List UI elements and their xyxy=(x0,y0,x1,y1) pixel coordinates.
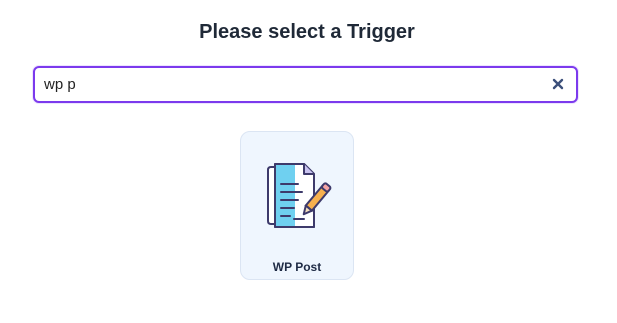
page-title: Please select a Trigger xyxy=(199,21,415,43)
document-edit-icon xyxy=(267,163,332,228)
trigger-card-wp-post[interactable]: WP Post xyxy=(240,131,354,280)
trigger-selector-page: Please select a Trigger wp p WP Post xyxy=(0,0,617,323)
search-input[interactable] xyxy=(44,68,544,101)
clear-search-button[interactable] xyxy=(550,76,566,92)
trigger-card-label: WP Post xyxy=(272,260,322,274)
search-box[interactable] xyxy=(33,66,578,103)
close-icon xyxy=(552,78,564,90)
